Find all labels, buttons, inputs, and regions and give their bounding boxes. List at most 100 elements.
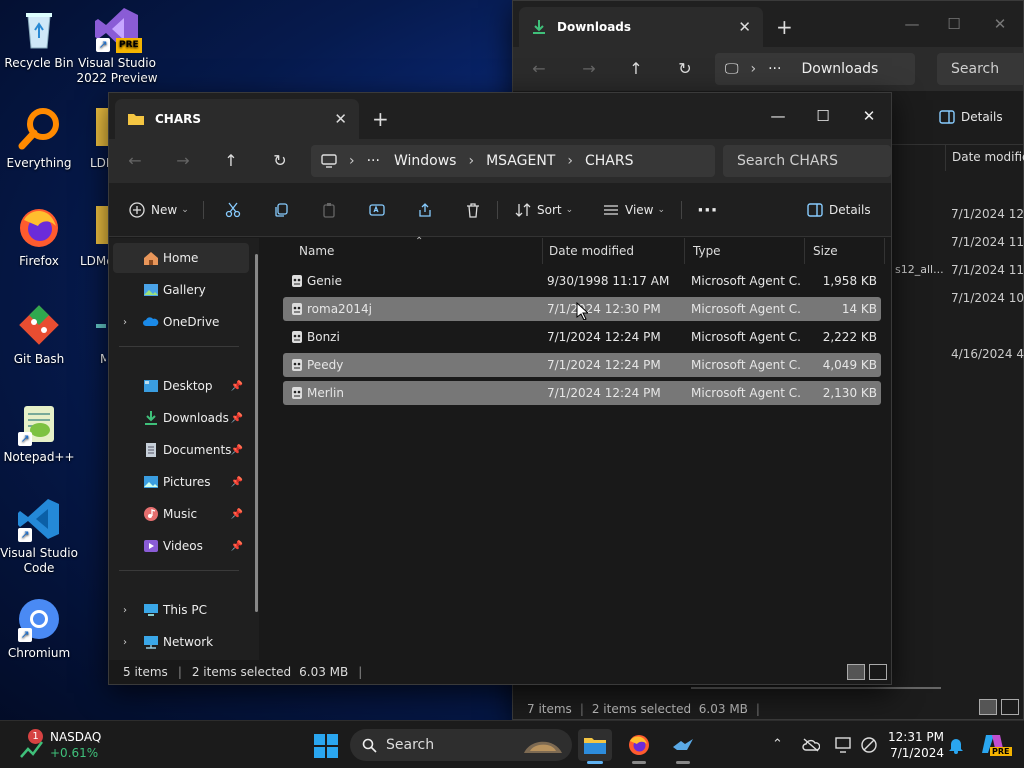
more-path-icon[interactable]: ··· [367, 153, 380, 169]
column-header-date[interactable]: Date modified [945, 145, 1024, 171]
desktop-icon-vscode[interactable]: ↗ Visual Studio Code [0, 496, 80, 576]
maximize-icon[interactable]: ☐ [800, 101, 846, 131]
close-icon[interactable]: ✕ [846, 101, 892, 131]
close-tab-icon[interactable]: ✕ [334, 110, 347, 128]
forward-arrow-icon[interactable]: → [573, 55, 605, 83]
breadcrumb-item[interactable]: Downloads [801, 61, 878, 77]
tiles-view-toggle[interactable] [869, 664, 887, 680]
sidebar-item-documents[interactable]: Documents 📌 [113, 435, 249, 465]
view-button[interactable]: View ⌄ [603, 196, 665, 224]
sidebar-item-gallery[interactable]: Gallery [113, 275, 249, 305]
desktop-icon-chromium[interactable]: ↗ Chromium [0, 596, 80, 661]
desktop-icon-everything[interactable]: Everything [0, 106, 80, 171]
minimize-icon[interactable]: — [755, 101, 801, 131]
network-tray-icon[interactable] [860, 736, 878, 754]
details-pane-button[interactable]: Details [807, 196, 871, 224]
taskbar-file-explorer[interactable] [578, 729, 612, 764]
rename-button[interactable] [369, 196, 391, 224]
desktop-icon-git-bash[interactable]: Git Bash [0, 302, 80, 367]
paste-button[interactable] [321, 196, 343, 224]
file-row[interactable]: Merlin 7/1/2024 12:24 PM Microsoft Agent C… [283, 381, 881, 405]
horizontal-scrollbar[interactable] [691, 687, 941, 689]
desktop-icon-m[interactable]: M [92, 316, 106, 367]
maximize-icon[interactable]: ☐ [931, 9, 977, 39]
sidebar-item-home[interactable]: Home [113, 243, 249, 273]
share-button[interactable] [417, 196, 439, 224]
file-row[interactable]: Genie 9/30/1998 11:17 AM Microsoft Agent C… [283, 269, 881, 293]
desktop-icon-notepadpp[interactable]: ↗ Notepad++ [0, 400, 80, 465]
chevron-right-icon[interactable]: › [123, 637, 127, 648]
sidebar-scrollbar[interactable] [255, 254, 258, 612]
close-icon[interactable]: ✕ [977, 9, 1023, 39]
breadcrumb-chars[interactable]: CHARS [585, 153, 634, 169]
details-view-toggle[interactable] [847, 664, 865, 680]
clock[interactable]: 12:31 PM 7/1/2024 [884, 729, 944, 761]
taskbar-search[interactable]: Search [350, 729, 572, 761]
taskbar-app[interactable] [666, 729, 700, 764]
search-input[interactable]: Search CHARS [723, 145, 891, 177]
chevron-right-icon[interactable]: › [123, 605, 127, 616]
address-bar[interactable]: › ··· Windows › MSAGENT › CHARS [311, 145, 715, 177]
up-arrow-icon[interactable]: ↑ [620, 55, 652, 83]
pin-icon[interactable]: 📌 [231, 541, 243, 552]
sidebar-item-videos[interactable]: Videos 📌 [113, 531, 249, 561]
sort-button[interactable]: Sort ⌄ [515, 196, 573, 224]
more-options-button[interactable]: ··· [697, 196, 718, 224]
file-row[interactable]: Bonzi 7/1/2024 12:24 PM Microsoft Agent C.… [283, 325, 881, 349]
details-view-toggle[interactable] [979, 699, 997, 715]
refresh-icon[interactable]: ↻ [264, 147, 296, 175]
sidebar-item-downloads[interactable]: Downloads 📌 [113, 403, 249, 433]
sidebar-item-desktop[interactable]: Desktop 📌 [113, 371, 249, 401]
sidebar-item-music[interactable]: Music 📌 [113, 499, 249, 529]
close-tab-icon[interactable]: ✕ [738, 18, 751, 36]
cut-button[interactable] [225, 196, 247, 224]
chars-explorer-window[interactable]: CHARS ✕ + — ☐ ✕ ← → ↑ ↻ › ··· Windows › … [108, 92, 892, 748]
desktop-icon-ldme[interactable]: LDMe [78, 204, 112, 269]
pin-icon[interactable]: 📌 [231, 413, 243, 424]
copilot-button[interactable]: PRE [980, 731, 1012, 759]
tiles-view-toggle[interactable] [1001, 699, 1019, 715]
back-arrow-icon[interactable]: ← [523, 55, 555, 83]
column-header-size[interactable]: Size [805, 238, 885, 264]
sidebar-item-onedrive[interactable]: › OneDrive [113, 307, 249, 337]
column-header-type[interactable]: Type [685, 238, 805, 264]
breadcrumb-windows[interactable]: Windows [394, 153, 457, 169]
start-button[interactable] [310, 729, 344, 761]
monitor-tray-icon[interactable] [834, 736, 852, 754]
tab-downloads[interactable]: Downloads ✕ [519, 7, 763, 47]
back-arrow-icon[interactable]: ← [119, 147, 151, 175]
cloud-offline-icon[interactable] [802, 737, 820, 753]
desktop-icon-ldp[interactable]: LDP [78, 106, 112, 171]
sidebar-item-network[interactable]: › Network [113, 627, 249, 657]
copy-button[interactable] [273, 196, 295, 224]
sidebar-item-pictures[interactable]: Pictures 📌 [113, 467, 249, 497]
notification-bell-icon[interactable] [948, 736, 964, 754]
taskbar-firefox[interactable] [622, 729, 656, 764]
stock-widget[interactable]: 1 NASDAQ +0.61% [18, 729, 128, 763]
new-button[interactable]: New ⌄ [129, 196, 189, 224]
file-row[interactable]: Peedy 7/1/2024 12:24 PM Microsoft Agent C.… [283, 353, 881, 377]
pin-icon[interactable]: 📌 [231, 381, 243, 392]
delete-button[interactable] [465, 196, 487, 224]
desktop-icon-firefox[interactable]: Firefox [0, 204, 80, 269]
column-header-date[interactable]: Date modified [541, 238, 685, 264]
chevron-up-icon[interactable]: ⌃ [772, 737, 783, 752]
minimize-icon[interactable]: — [889, 9, 935, 39]
refresh-icon[interactable]: ↻ [669, 55, 701, 83]
pin-icon[interactable]: 📌 [231, 445, 243, 456]
new-tab-button[interactable]: + [776, 15, 793, 39]
address-bar[interactable]: 🖵 › ··· Downloads [715, 53, 915, 85]
pin-icon[interactable]: 📌 [231, 477, 243, 488]
chevron-right-icon[interactable]: › [123, 317, 127, 328]
forward-arrow-icon[interactable]: → [167, 147, 199, 175]
tab-chars[interactable]: CHARS ✕ [115, 99, 359, 139]
desktop-icon-recycle-bin[interactable]: Recycle Bin [0, 6, 80, 71]
pin-icon[interactable]: 📌 [231, 509, 243, 520]
details-pane-button[interactable]: Details [939, 103, 1003, 131]
up-arrow-icon[interactable]: ↑ [215, 147, 247, 175]
column-header-name[interactable]: Name ⌃ [291, 236, 543, 264]
sidebar-item-this-pc[interactable]: › This PC [113, 595, 249, 625]
breadcrumb-msagent[interactable]: MSAGENT [486, 153, 555, 169]
desktop-icon-visual-studio-preview[interactable]: PRE ↗ Visual Studio 2022 Preview [76, 6, 158, 86]
search-input[interactable]: Search Dow [937, 53, 1024, 109]
